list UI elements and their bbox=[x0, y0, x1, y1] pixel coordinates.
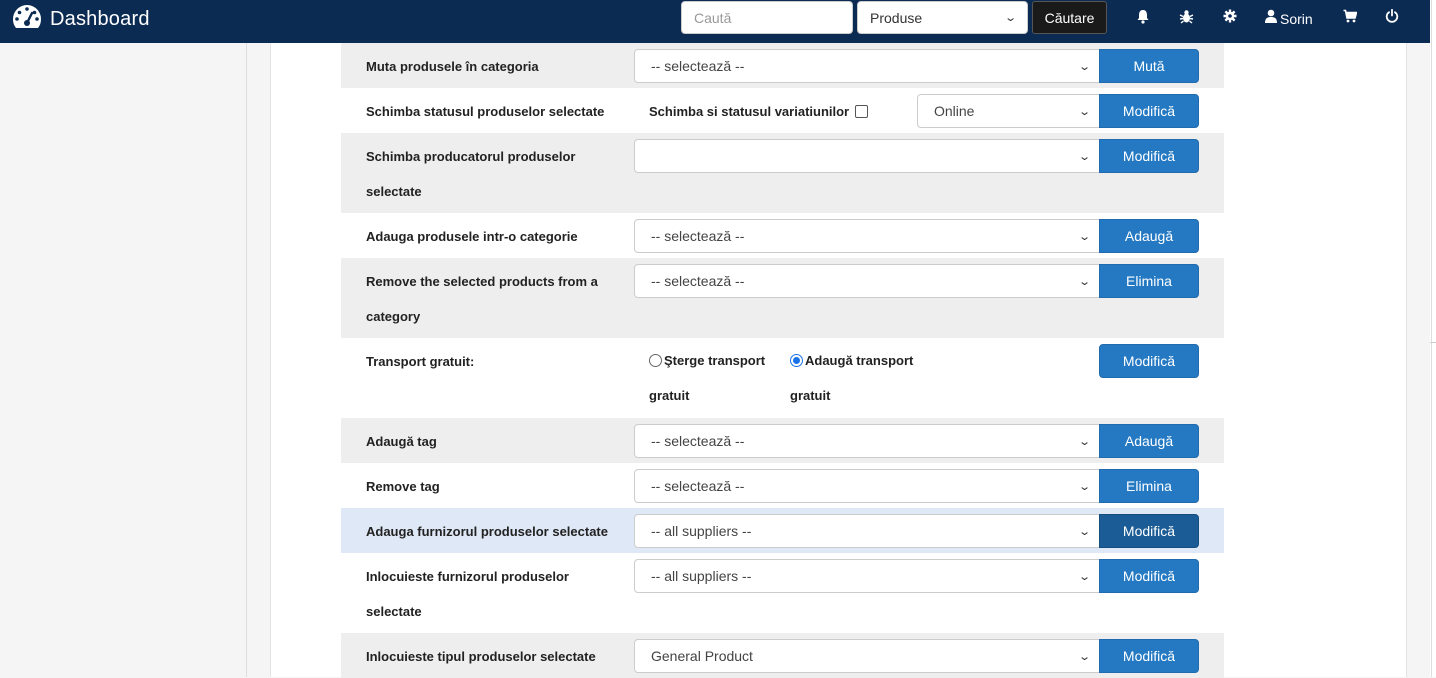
remove-category-select[interactable]: -- selectează -- ⌄ bbox=[634, 264, 1100, 298]
row-label: Inlocuieste tipul produselor selectate bbox=[366, 649, 596, 664]
chevron-down-icon: ⌄ bbox=[1077, 480, 1091, 493]
chevron-down-icon: ⌄ bbox=[1077, 275, 1091, 288]
bulk-actions-form: Muta produsele în categoria -- selecteaz… bbox=[341, 43, 1224, 678]
row-remove-tag: Remove tag -- selectează -- ⌄ Elimina bbox=[341, 463, 1224, 508]
search-input[interactable] bbox=[681, 1, 853, 34]
select-value: -- selectează -- bbox=[651, 228, 745, 244]
row-label: Inlocuieste furnizorul produselor select… bbox=[366, 569, 569, 619]
remove-category-button[interactable]: Elimina bbox=[1099, 264, 1199, 298]
row-label: Schimba statusul produselor selectate bbox=[366, 104, 605, 119]
free-shipping-add-option[interactable]: Adaugă transport gratuit bbox=[790, 343, 915, 413]
free-shipping-button[interactable]: Modifică bbox=[1099, 344, 1199, 378]
remove-tag-button[interactable]: Elimina bbox=[1099, 469, 1199, 503]
add-tag-select[interactable]: -- selectează -- ⌄ bbox=[634, 424, 1100, 458]
add-tag-button[interactable]: Adaugă bbox=[1099, 424, 1199, 458]
row-remove-category: Remove the selected products from a cate… bbox=[341, 258, 1224, 338]
user-name: Sorin bbox=[1280, 10, 1313, 27]
bell-icon[interactable] bbox=[1136, 9, 1150, 24]
radio-remove[interactable] bbox=[649, 354, 662, 368]
chevron-down-icon: ⌄ bbox=[1077, 525, 1091, 538]
sidebar-divider bbox=[246, 43, 247, 677]
replace-supplier-select[interactable]: -- all suppliers -- ⌄ bbox=[634, 559, 1100, 593]
row-label: Adauga furnizorul produselor selectate bbox=[366, 524, 608, 539]
category-select[interactable]: -- selectează -- ⌄ bbox=[634, 49, 1100, 83]
user-menu[interactable]: Sorin bbox=[1265, 9, 1313, 28]
row-change-manufacturer: Schimba producatorul produselor selectat… bbox=[341, 133, 1224, 213]
add-category-button[interactable]: Adaugă bbox=[1099, 219, 1199, 253]
window-edge-tick bbox=[1430, 342, 1436, 343]
dashboard-icon bbox=[12, 4, 42, 35]
row-label: Schimba producatorul produselor selectat… bbox=[366, 149, 576, 199]
select-value: -- selectează -- bbox=[651, 273, 745, 289]
variations-status-label: Schimba si statusul variatiunilor bbox=[649, 104, 850, 119]
row-add-supplier: Adauga furnizorul produselor selectate -… bbox=[341, 508, 1224, 553]
chevron-down-icon: ⌄ bbox=[1077, 230, 1091, 243]
row-replace-type: Inlocuieste tipul produselor selectate G… bbox=[341, 633, 1224, 678]
change-status-button[interactable]: Modifică bbox=[1099, 94, 1199, 128]
chevron-down-icon: ⌄ bbox=[1077, 435, 1091, 448]
search-type-value: Produse bbox=[870, 9, 923, 26]
search-type-select[interactable]: Produse ⌄ bbox=[857, 1, 1028, 34]
radio-add-label: Adaugă transport gratuit bbox=[790, 353, 914, 403]
row-change-status: Schimba statusul produselor selectate Sc… bbox=[341, 88, 1224, 133]
power-icon[interactable] bbox=[1385, 9, 1399, 23]
row-free-shipping: Transport gratuit: Şterge transport grat… bbox=[341, 338, 1224, 418]
variations-status-option: Schimba si statusul variatiunilor bbox=[649, 104, 868, 119]
free-shipping-remove-option[interactable]: Şterge transport gratuit bbox=[649, 343, 774, 413]
manufacturer-select[interactable]: ⌄ bbox=[634, 139, 1100, 173]
change-manufacturer-button[interactable]: Modifică bbox=[1099, 139, 1199, 173]
window-edge bbox=[1430, 0, 1436, 677]
move-button[interactable]: Mută bbox=[1099, 49, 1199, 83]
add-supplier-button[interactable]: Modifică bbox=[1099, 514, 1199, 548]
search-button[interactable]: Căutare bbox=[1032, 1, 1107, 34]
row-label: Muta produsele în categoria bbox=[366, 59, 539, 74]
row-label: Transport gratuit: bbox=[366, 354, 475, 369]
row-add-tag: Adaugă tag -- selectează -- ⌄ Adaugă bbox=[341, 418, 1224, 463]
row-label: Adaugă tag bbox=[366, 434, 437, 449]
select-value: -- selectează -- bbox=[651, 478, 745, 494]
row-add-category: Adauga produsele intr-o categorie -- sel… bbox=[341, 213, 1224, 258]
select-value: -- selectează -- bbox=[651, 58, 745, 74]
bug-icon[interactable] bbox=[1179, 9, 1194, 24]
row-label: Remove the selected products from a cate… bbox=[366, 274, 598, 324]
select-value: General Product bbox=[651, 648, 753, 664]
variations-status-checkbox[interactable] bbox=[854, 105, 868, 118]
add-category-select[interactable]: -- selectează -- ⌄ bbox=[634, 219, 1100, 253]
top-navbar: Dashboard Produse ⌄ Căutare bbox=[0, 0, 1430, 43]
user-icon bbox=[1265, 9, 1277, 28]
add-supplier-select[interactable]: -- all suppliers -- ⌄ bbox=[634, 514, 1100, 548]
replace-supplier-button[interactable]: Modifică bbox=[1099, 559, 1199, 593]
brand-title: Dashboard bbox=[50, 8, 150, 30]
gear-icon[interactable] bbox=[1223, 9, 1237, 23]
replace-type-button[interactable]: Modifică bbox=[1099, 639, 1199, 673]
status-select[interactable]: Online ⌄ bbox=[917, 94, 1100, 128]
chevron-down-icon: ⌄ bbox=[1077, 105, 1091, 118]
row-move-category: Muta produsele în categoria -- selecteaz… bbox=[341, 43, 1224, 88]
select-value: Online bbox=[934, 103, 975, 119]
cart-icon[interactable] bbox=[1343, 9, 1357, 23]
chevron-down-icon: ⌄ bbox=[1003, 12, 1017, 24]
select-value: -- all suppliers -- bbox=[651, 523, 752, 539]
row-label: Remove tag bbox=[366, 479, 440, 494]
chevron-down-icon: ⌄ bbox=[1077, 60, 1091, 73]
radio-remove-label: Şterge transport gratuit bbox=[649, 353, 766, 403]
chevron-down-icon: ⌄ bbox=[1077, 650, 1091, 663]
row-label: Adauga produsele intr-o categorie bbox=[366, 229, 578, 244]
chevron-down-icon: ⌄ bbox=[1077, 570, 1091, 583]
select-value: -- selectează -- bbox=[651, 433, 745, 449]
row-replace-supplier: Inlocuieste furnizorul produselor select… bbox=[341, 553, 1224, 633]
brand[interactable]: Dashboard bbox=[12, 4, 150, 35]
radio-add[interactable] bbox=[790, 354, 803, 368]
select-value: -- all suppliers -- bbox=[651, 568, 752, 584]
chevron-down-icon: ⌄ bbox=[1077, 150, 1091, 163]
product-type-select[interactable]: General Product ⌄ bbox=[634, 639, 1100, 673]
remove-tag-select[interactable]: -- selectează -- ⌄ bbox=[634, 469, 1100, 503]
